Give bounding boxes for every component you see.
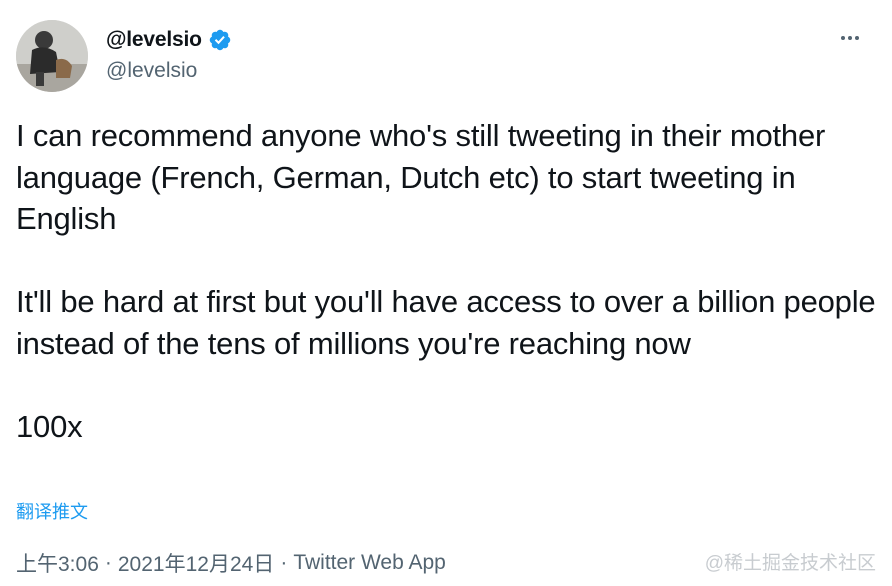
avatar-photo-icon — [16, 20, 88, 92]
verified-badge-icon — [208, 28, 232, 52]
author-info: @levelsio @levelsio — [106, 26, 232, 84]
tweet-paragraph: I can recommend anyone who's still tweet… — [16, 118, 826, 236]
tweet-metadata: 上午3:06 · 2021年12月24日 · Twitter Web App — [16, 548, 446, 578]
user-handle[interactable]: @levelsio — [106, 58, 232, 84]
tweet-text: I can recommend anyone who's still tweet… — [16, 115, 876, 447]
display-name[interactable]: @levelsio — [106, 28, 202, 52]
more-dot — [848, 36, 852, 40]
meta-separator: · — [104, 551, 112, 574]
tweet-paragraph: 100x — [16, 408, 83, 444]
tweet-time[interactable]: 上午3:06 — [16, 548, 99, 578]
tweet-paragraph: It'll be hard at first but you'll have a… — [16, 284, 876, 361]
tweet-date[interactable]: 2021年12月24日 — [118, 548, 274, 578]
meta-separator: · — [280, 551, 288, 574]
tweet-source[interactable]: Twitter Web App — [293, 551, 446, 575]
avatar[interactable] — [16, 20, 88, 92]
watermark: @稀土掘金技术社区 — [704, 553, 876, 574]
more-dot — [855, 36, 859, 40]
translate-tweet-link[interactable]: 翻译推文 — [16, 498, 88, 524]
more-horizontal-icon — [841, 36, 845, 40]
tweet-card: @levelsio @levelsio I can recommend anyo… — [0, 0, 892, 586]
more-options-button[interactable] — [836, 26, 864, 50]
